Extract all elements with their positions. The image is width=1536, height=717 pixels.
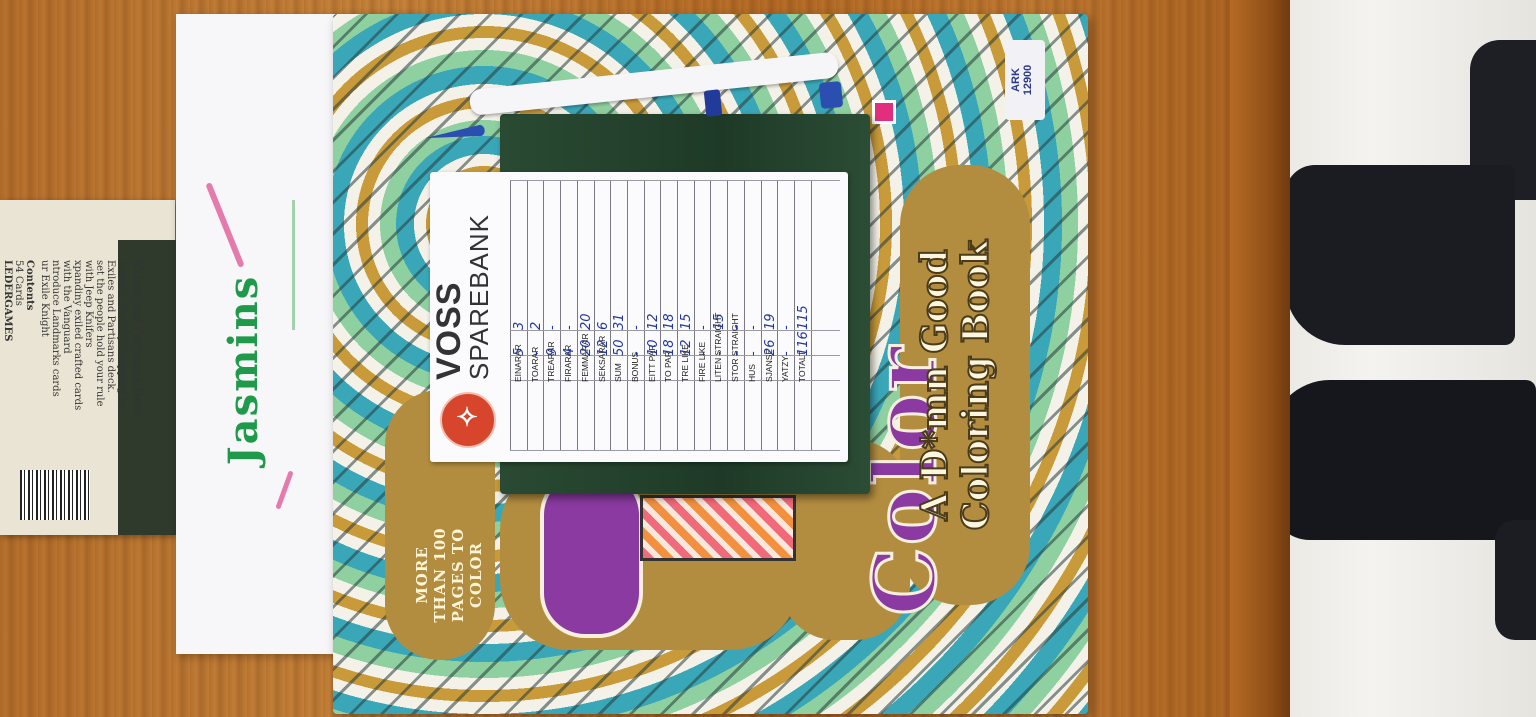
table-edge: [1230, 0, 1290, 717]
deck-title: Exiles and Partisans Deck: [131, 260, 145, 418]
grid-line: [510, 180, 840, 181]
book-purple-letter: [540, 470, 643, 638]
deck-publisher: LEDERGAMES: [2, 260, 13, 342]
score-value-t: -: [745, 325, 761, 330]
score-value-t: 2: [528, 321, 544, 330]
score-value-t: 15: [679, 313, 694, 330]
book-subtitle-line1: A D*mn Good: [913, 248, 957, 521]
marker-stroke: [292, 200, 295, 330]
person-leg: [1270, 380, 1536, 540]
pen-band: [703, 89, 723, 117]
price-sticker-text: ARK 12900: [1010, 40, 1040, 120]
score-value-t: 20: [578, 313, 594, 330]
book-pink-dot: [872, 100, 896, 124]
book-more-than-100: MORE THAN 100 PAGES TO COLOR: [413, 470, 493, 680]
score-value-t: 3: [512, 321, 527, 330]
more-line: COLOR: [467, 541, 485, 609]
score-value-t: 31: [612, 313, 628, 330]
brand-line1: VOSS: [430, 281, 468, 380]
score-value-t: -: [545, 325, 561, 330]
book-stripe-pattern: [640, 495, 796, 561]
book-subtitle-line2: Coloring Book: [954, 239, 998, 531]
score-value-t: -: [562, 325, 578, 330]
more-line: PAGES TO: [449, 527, 467, 623]
score-value-t: 15: [712, 313, 728, 330]
bank-brand: VOSS SPAREBANK: [430, 213, 512, 380]
score-value-t: 12: [645, 313, 661, 330]
pen-cap: [818, 80, 844, 110]
more-line: THAN 100: [431, 527, 449, 623]
handwritten-name: Jasmins: [220, 274, 267, 466]
brand-line2: SPAREBANK: [464, 213, 494, 380]
deck-line: Exiles and Partisans deck.: [105, 260, 116, 393]
score-value-t: -: [628, 325, 644, 330]
score-value-t: -: [729, 325, 745, 330]
score-value-t: 6: [595, 321, 611, 330]
more-line: MORE: [413, 546, 431, 604]
score-value-t: -: [779, 325, 795, 330]
score-value-t: 115: [795, 305, 811, 330]
bank-logo-glyph: ✧: [456, 402, 478, 432]
score-value-t: 18: [662, 313, 678, 330]
book-subtitle: A D*mn Good Coloring Book: [913, 195, 1025, 575]
score-value-t: 19: [762, 313, 778, 330]
price-value: 12900: [1022, 64, 1035, 96]
score-value-t: -: [695, 325, 711, 330]
grid-line: [510, 450, 840, 451]
person-leg: [1495, 520, 1536, 640]
price-label: ARK: [1010, 68, 1022, 92]
deck-line: some to Rant by swapping in: [116, 260, 127, 407]
barcode: [20, 470, 90, 520]
deck-line: set the people hold your rule: [94, 260, 105, 407]
person-leg: [1285, 165, 1515, 345]
